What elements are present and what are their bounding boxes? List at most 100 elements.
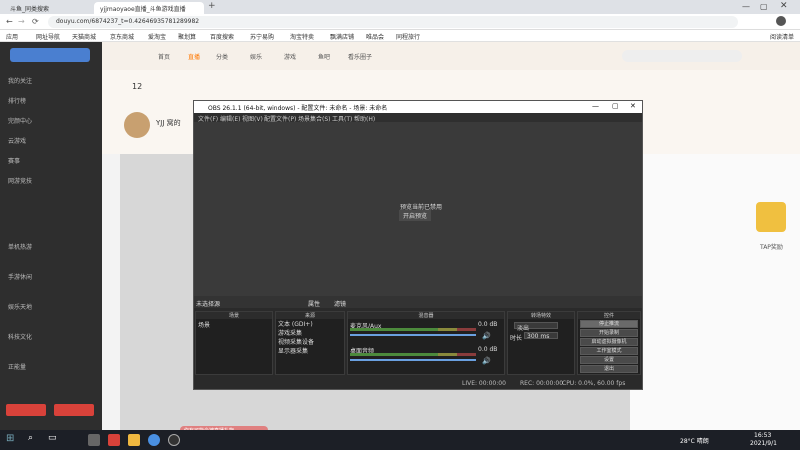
topnav-category[interactable]: 分类 [216, 52, 228, 61]
windows-start-icon[interactable]: ⊞ [6, 433, 14, 444]
promo-button-1[interactable] [6, 404, 46, 416]
virtual-camera-button[interactable]: 启动虚拟摄像机 [580, 338, 638, 346]
scene-item[interactable]: 场景 [196, 319, 272, 330]
obs-titlebar: OBS 26.1.1 (64-bit, windows) - 配置文件: 未命名… [194, 101, 642, 113]
topnav-games[interactable]: 游戏 [284, 52, 296, 61]
explorer-icon[interactable] [128, 434, 140, 446]
back-icon[interactable]: ← [6, 17, 13, 26]
studio-mode-button[interactable]: 工作室模式 [580, 347, 638, 355]
bookmark-item[interactable]: 同程旅行 [396, 32, 420, 41]
bookmark-item[interactable]: 京东商城 [110, 32, 134, 41]
tab-2-label: yjjmaoyaoe直播_斗鱼游戏直播 [100, 6, 186, 13]
search-input[interactable] [622, 50, 742, 62]
filters-button[interactable]: 滤镜 [334, 299, 346, 308]
chrome-icon[interactable] [148, 434, 160, 446]
nav-esports[interactable]: 赛事 [8, 156, 20, 165]
obs-menubar: 文件(F) 编辑(E) 视图(V) 配置文件(P) 场景集合(S) 工具(T) … [194, 113, 642, 123]
task-view-icon[interactable]: ▭ [48, 433, 57, 443]
promo-button-2[interactable] [54, 404, 94, 416]
enable-preview-button[interactable]: 开启预览 [399, 210, 432, 221]
source-item[interactable]: 视频采集设备 [276, 337, 344, 346]
speaker-icon[interactable]: 🔊 [482, 357, 491, 365]
nav-mobile-games[interactable]: 手游休闲 [8, 272, 32, 281]
speaker-icon[interactable]: 🔊 [482, 332, 491, 340]
source-item[interactable]: 显示器采集 [276, 346, 344, 355]
nav-rank[interactable]: 排行榜 [8, 96, 26, 105]
nav-center[interactable]: 完颜中心 [8, 116, 32, 125]
start-recording-button[interactable]: 开始录制 [580, 329, 638, 337]
address-bar: ← → ⟳ douyu.com/6874237_t=0.426469357812… [0, 14, 800, 30]
transitions-dock: 转场特效 淡出 时长 300 ms [507, 311, 575, 375]
bookmark-item[interactable]: 阅读清单 [770, 32, 794, 41]
bookmark-item[interactable]: 聚划算 [178, 32, 196, 41]
search-icon[interactable]: ⌕ [28, 433, 33, 443]
mic-meter [350, 328, 476, 331]
bookmark-item[interactable]: 网址导航 [36, 32, 60, 41]
maximize-button[interactable]: ▢ [760, 2, 768, 11]
tab-2[interactable]: yjjmaoyaoe直播_斗鱼游戏直播 [94, 2, 204, 14]
mic-volume-slider[interactable] [350, 334, 476, 336]
desktop-volume-slider[interactable] [350, 359, 476, 361]
reload-icon[interactable]: ⟳ [32, 17, 39, 26]
duration-label: 时长 [510, 335, 523, 342]
bookmark-item[interactable]: 苏宁易购 [250, 32, 274, 41]
topnav-fun[interactable]: 娱乐 [250, 52, 262, 61]
obs-context-bar: 未选择源 属性 滤镜 [194, 296, 642, 308]
transition-select[interactable]: 淡出 [514, 322, 558, 332]
bookmark-item[interactable]: 百度搜索 [210, 32, 234, 41]
nav-positive[interactable]: 正能量 [8, 362, 26, 371]
transitions-header: 转场特效 [508, 312, 574, 319]
bookmarks-bar: 应用 网址导航 天猫商城 京东商城 爱淘宝 聚划算 百度搜索 苏宁易购 淘宝特卖… [0, 30, 800, 42]
streamer-avatar[interactable] [124, 112, 150, 138]
douyu-logo [10, 48, 90, 62]
bookmark-item[interactable]: 唯品会 [366, 32, 384, 41]
live-timer: LIVE: 00:00:00 [462, 380, 506, 387]
gift-badge[interactable] [756, 202, 786, 232]
rank-count: 12 [132, 82, 143, 91]
properties-button[interactable]: 属性 [308, 299, 320, 308]
obs-maximize-icon[interactable]: ▢ [612, 102, 619, 110]
bookmark-item[interactable]: 飘满店铺 [330, 32, 354, 41]
douyu-app-icon[interactable] [108, 434, 120, 446]
cpu-fps: CPU: 0.0%, 60.00 fps [562, 380, 626, 387]
sources-header: 来源 [276, 312, 344, 319]
topnav-fishbar[interactable]: 鱼吧 [318, 52, 330, 61]
settings-button[interactable]: 设置 [580, 356, 638, 364]
minimize-button[interactable]: — [742, 2, 750, 11]
obs-close-icon[interactable]: ✕ [630, 102, 636, 110]
topnav-circle[interactable]: 看乐圈子 [348, 52, 372, 61]
close-window-button[interactable]: ✕ [780, 1, 788, 11]
source-item[interactable]: 文本 (GDI+) [276, 319, 344, 328]
clock-date: 2021/9/1 [750, 440, 777, 447]
avatar[interactable] [776, 16, 786, 26]
bookmark-item[interactable]: 爱淘宝 [148, 32, 166, 41]
obs-minimize-icon[interactable]: — [592, 102, 599, 110]
topnav-home[interactable]: 首页 [158, 52, 170, 61]
no-source-label: 未选择源 [196, 301, 221, 308]
browser-tabbar: 斗鱼_同类搜索 yjjmaoyaoe直播_斗鱼游戏直播 + — ▢ ✕ [0, 0, 800, 14]
taskbar-app-icon[interactable] [88, 434, 100, 446]
nav-cloud-game[interactable]: 云游戏 [8, 136, 26, 145]
topnav-live[interactable]: 直播 [188, 52, 200, 61]
nav-follow[interactable]: 我的关注 [8, 76, 32, 85]
bookmark-item[interactable]: 天猫商城 [72, 32, 96, 41]
exit-button[interactable]: 退出 [580, 365, 638, 373]
url-field[interactable]: douyu.com/6874237_t=0.42646935781289982 [48, 16, 738, 28]
bookmark-item[interactable]: 淘宝特卖 [290, 32, 314, 41]
new-tab-button[interactable]: + [208, 1, 216, 11]
obs-window: OBS 26.1.1 (64-bit, windows) - 配置文件: 未命名… [193, 100, 643, 390]
url-text: douyu.com/6874237_t=0.42646935781289982 [56, 18, 200, 25]
duration-input[interactable]: 300 ms [524, 332, 558, 340]
stop-streaming-button[interactable]: 停止推流 [580, 320, 638, 328]
sources-dock: 来源 文本 (GDI+) 游戏采集 视频采集设备 显示器采集 [275, 311, 345, 375]
source-item[interactable]: 游戏采集 [276, 328, 344, 337]
nav-single-games[interactable]: 单机热游 [8, 242, 32, 251]
nav-entertainment[interactable]: 娱乐天地 [8, 302, 32, 311]
tab-1[interactable]: 斗鱼_同类搜索 [4, 2, 90, 14]
controls-header: 控件 [578, 312, 640, 319]
obs-icon[interactable] [168, 434, 180, 446]
nav-tech[interactable]: 科技文化 [8, 332, 32, 341]
forward-icon[interactable]: → [18, 17, 25, 26]
bookmark-item[interactable]: 应用 [6, 32, 18, 41]
nav-online-games[interactable]: 网游竞技 [8, 176, 32, 185]
